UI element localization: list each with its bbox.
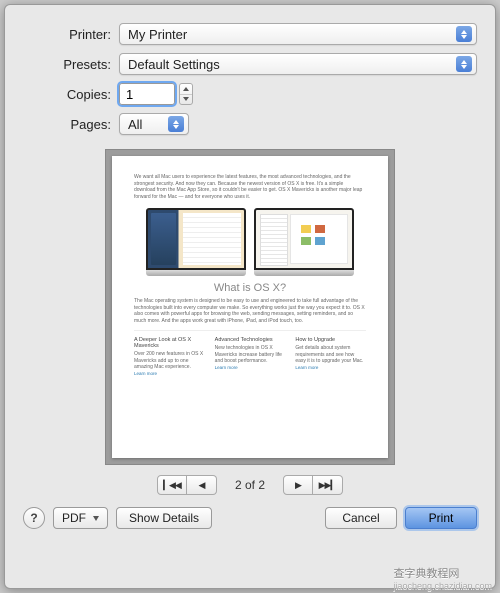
preview-col-title: Advanced Technologies bbox=[215, 337, 286, 343]
page-indicator: 2 of 2 bbox=[235, 478, 265, 492]
copies-stepper[interactable] bbox=[179, 83, 193, 105]
preview-col-title: A Deeper Look at OS X Mavericks bbox=[134, 337, 205, 349]
chevron-down-icon bbox=[183, 97, 189, 101]
next-icon: ▶ bbox=[295, 480, 301, 491]
first-icon: ▎◀◀ bbox=[163, 480, 181, 491]
next-page-button[interactable]: ▶ bbox=[283, 475, 313, 495]
help-button[interactable]: ? bbox=[23, 507, 45, 529]
preview-heading: What is OS X? bbox=[134, 282, 366, 294]
stepper-up[interactable] bbox=[180, 84, 192, 95]
last-page-button[interactable]: ▶▶▎ bbox=[313, 475, 343, 495]
preview-link: Learn more bbox=[215, 365, 286, 370]
stepper-down[interactable] bbox=[180, 95, 192, 105]
print-preview: We want all Mac users to experience the … bbox=[105, 149, 395, 465]
first-page-button[interactable]: ▎◀◀ bbox=[157, 475, 187, 495]
preview-link: Learn more bbox=[295, 365, 366, 370]
preview-link: Learn more bbox=[134, 371, 205, 376]
printer-label: Printer: bbox=[23, 27, 119, 42]
last-icon: ▶▶▎ bbox=[319, 480, 337, 491]
pdf-menu-button[interactable]: PDF bbox=[53, 507, 108, 529]
presets-label: Presets: bbox=[23, 57, 119, 72]
pages-select[interactable]: All bbox=[119, 113, 189, 135]
show-details-button[interactable]: Show Details bbox=[116, 507, 212, 529]
preview-col-title: How to Upgrade bbox=[295, 337, 366, 343]
printer-select[interactable]: My Printer bbox=[119, 23, 477, 45]
copies-label: Copies: bbox=[23, 87, 119, 102]
chevron-up-icon bbox=[183, 87, 189, 91]
print-button[interactable]: Print bbox=[405, 507, 477, 529]
preview-page: We want all Mac users to experience the … bbox=[112, 156, 388, 458]
monitor-image bbox=[146, 208, 246, 276]
pages-value: All bbox=[128, 117, 142, 132]
watermark: 查字典教程网 jiaocheng.chazidian.com bbox=[393, 565, 492, 591]
cancel-button[interactable]: Cancel bbox=[325, 507, 397, 529]
monitor-image bbox=[254, 208, 354, 276]
pager-back-group: ▎◀◀ ◀ bbox=[157, 475, 217, 495]
presets-select[interactable]: Default Settings bbox=[119, 53, 477, 75]
updown-icon bbox=[456, 26, 472, 42]
presets-value: Default Settings bbox=[128, 57, 220, 72]
copies-input[interactable] bbox=[119, 83, 175, 105]
prev-page-button[interactable]: ◀ bbox=[187, 475, 217, 495]
updown-icon bbox=[456, 56, 472, 72]
prev-icon: ◀ bbox=[199, 480, 205, 491]
pages-label: Pages: bbox=[23, 117, 119, 132]
pdf-label: PDF bbox=[62, 511, 86, 525]
updown-icon bbox=[168, 116, 184, 132]
pager-fwd-group: ▶ ▶▶▎ bbox=[283, 475, 343, 495]
printer-value: My Printer bbox=[128, 27, 187, 42]
